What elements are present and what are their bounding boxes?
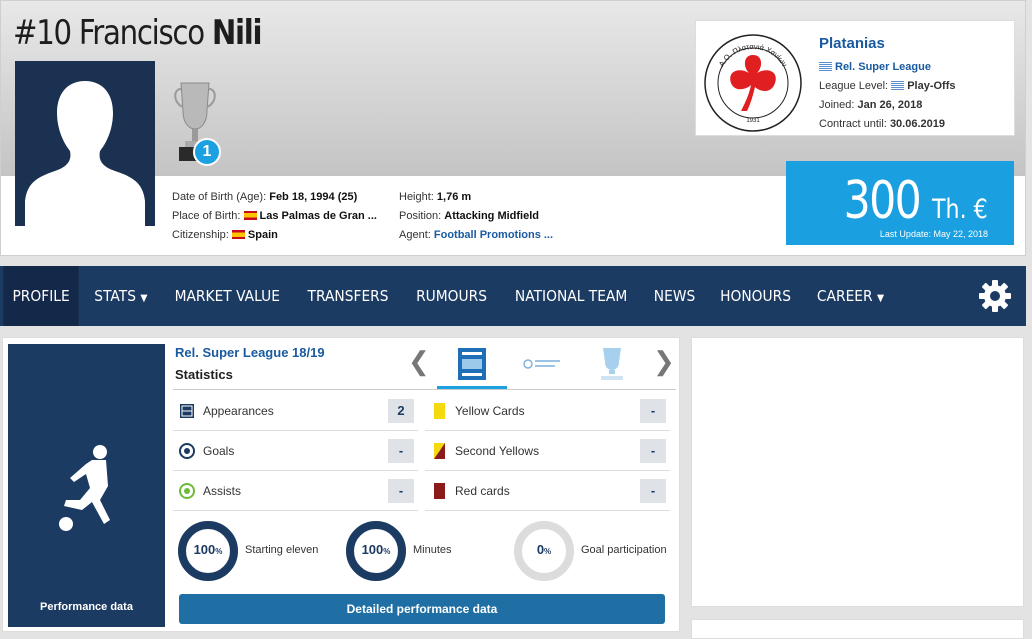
ring-value: 100%	[193, 542, 223, 557]
second-yellow-card-icon	[434, 443, 445, 459]
info-col-left: Date of Birth (Age): Feb 18, 1994 (25) P…	[172, 188, 377, 245]
stat-yellow-cards: Yellow Cards -	[425, 391, 670, 431]
football-league-logo-icon	[523, 359, 560, 369]
height-row: Height: 1,76 m	[399, 191, 472, 203]
greece-flag-icon	[819, 62, 832, 71]
ring-value: 100%	[361, 542, 391, 557]
position-row: Position: Attacking Midfield	[399, 210, 539, 222]
stat-goals: Goals -	[173, 431, 418, 471]
market-value-box[interactable]: 300 Th. € Last Update: May 22, 2018	[786, 161, 1014, 245]
sidebar-panel-2	[691, 619, 1024, 639]
nav-career[interactable]: CAREER ▼	[808, 266, 894, 326]
club-name-link[interactable]: Platanias	[819, 35, 885, 52]
info-col-right: Height: 1,76 m Position: Attacking Midfi…	[399, 188, 553, 245]
stat-value[interactable]: -	[640, 439, 666, 463]
ring-label: Starting eleven	[245, 544, 319, 556]
stat-value[interactable]: -	[640, 479, 666, 503]
market-value-update: Last Update: May 22, 2018	[879, 229, 988, 239]
contract-row: Contract until: 30.06.2019	[819, 118, 945, 130]
player-header: #10 Francisco Nili 1 Date of Birth (Age)…	[0, 0, 1026, 256]
player-name: #10 Francisco Nili	[13, 13, 263, 53]
club-logo-icon[interactable]: 1931 Α.Ο. Πλατανιά Χανίων	[703, 33, 803, 133]
last-name: Nili	[211, 13, 263, 53]
league-season-title[interactable]: Rel. Super League 18/19	[175, 345, 325, 360]
nav-national-team[interactable]: NATIONAL TEAM	[505, 266, 636, 326]
agent-row: Agent: Football Promotions ...	[399, 229, 554, 241]
league-link[interactable]: Rel. Super League	[835, 61, 931, 73]
trophy-count-badge: 1	[193, 138, 221, 166]
stat-value[interactable]: -	[640, 399, 666, 423]
competition-greek-cup[interactable]	[577, 344, 647, 384]
detailed-performance-button[interactable]: Detailed performance data	[179, 594, 665, 624]
caret-down-icon: ▼	[876, 293, 884, 304]
red-card-icon	[434, 483, 445, 499]
club-card: 1931 Α.Ο. Πλατανιά Χανίων Platanias Rel.…	[695, 20, 1015, 136]
league-level-row: League Level: Play-Offs	[819, 80, 956, 92]
nav-stats[interactable]: STATS ▼	[85, 266, 157, 326]
greek-cup-logo-icon	[601, 348, 623, 380]
nav-market-value[interactable]: MARKET VALUE	[165, 266, 289, 326]
assist-icon	[179, 483, 195, 499]
performance-panel: Performance data Rel. Super League 18/19…	[2, 337, 680, 632]
player-silhouette-icon	[25, 81, 145, 226]
stat-red-cards: Red cards -	[425, 471, 670, 511]
stat-appearances: Appearances 2	[173, 391, 418, 431]
greece-flag-icon	[891, 81, 905, 90]
ring-label: Goal participation	[581, 544, 667, 556]
next-competition-arrow[interactable]: ❯	[653, 346, 675, 377]
nav-news[interactable]: NEWS	[644, 266, 704, 326]
club-details: Rel. Super League League Level: Play-Off…	[819, 58, 955, 134]
prev-competition-arrow[interactable]: ❮	[408, 346, 430, 377]
performance-side[interactable]: Performance data	[8, 344, 165, 627]
club-logo-year: 1931	[746, 118, 760, 124]
nav-honours[interactable]: HONOURS	[711, 266, 800, 326]
nav-transfers[interactable]: TRANSFERS	[299, 266, 398, 326]
first-name: Francisco	[78, 13, 205, 53]
shirt-number: #10	[13, 13, 72, 53]
nav-rumours[interactable]: RUMOURS	[406, 266, 495, 326]
caret-down-icon: ▼	[140, 293, 148, 304]
football-player-icon	[59, 445, 110, 531]
stat-second-yellows: Second Yellows -	[425, 431, 670, 471]
league-row: Rel. Super League	[819, 58, 955, 77]
spain-flag-icon	[243, 211, 257, 220]
super-league-logo-icon	[458, 348, 486, 380]
pitch-icon	[180, 404, 194, 418]
agent-link[interactable]: Football Promotions ...	[434, 229, 553, 241]
stat-value[interactable]: 2	[388, 399, 414, 423]
active-competition-indicator	[437, 386, 507, 389]
spain-flag-icon	[231, 230, 245, 239]
main-nav: PROFILE STATS ▼ MARKET VALUE TRANSFERS R…	[0, 266, 1026, 326]
statistics-title: Statistics	[175, 367, 233, 382]
citizenship-row: Citizenship: Spain	[172, 229, 278, 241]
joined-row: Joined: Jan 26, 2018	[819, 99, 923, 111]
stat-value[interactable]: -	[388, 439, 414, 463]
player-photo[interactable]	[15, 61, 155, 226]
sidebar-panel	[691, 337, 1024, 607]
competition-separator	[173, 389, 676, 390]
gear-icon[interactable]	[978, 279, 1012, 313]
dob-row: Date of Birth (Age): Feb 18, 1994 (25)	[172, 191, 358, 203]
stat-value[interactable]: -	[388, 479, 414, 503]
competition-football-league[interactable]	[507, 344, 577, 384]
pob-row: Place of Birth: Las Palmas de Gran ...	[172, 210, 377, 222]
nav-profile[interactable]: PROFILE	[3, 266, 79, 326]
market-value: 300 Th. €	[843, 171, 988, 231]
ring-label: Minutes	[413, 544, 452, 556]
ring-value: 0%	[536, 542, 552, 557]
performance-side-label: Performance data	[40, 601, 133, 613]
ball-icon	[179, 443, 195, 459]
competition-super-league[interactable]	[437, 344, 507, 384]
stat-assists: Assists -	[173, 471, 418, 511]
yellow-card-icon	[434, 403, 445, 419]
